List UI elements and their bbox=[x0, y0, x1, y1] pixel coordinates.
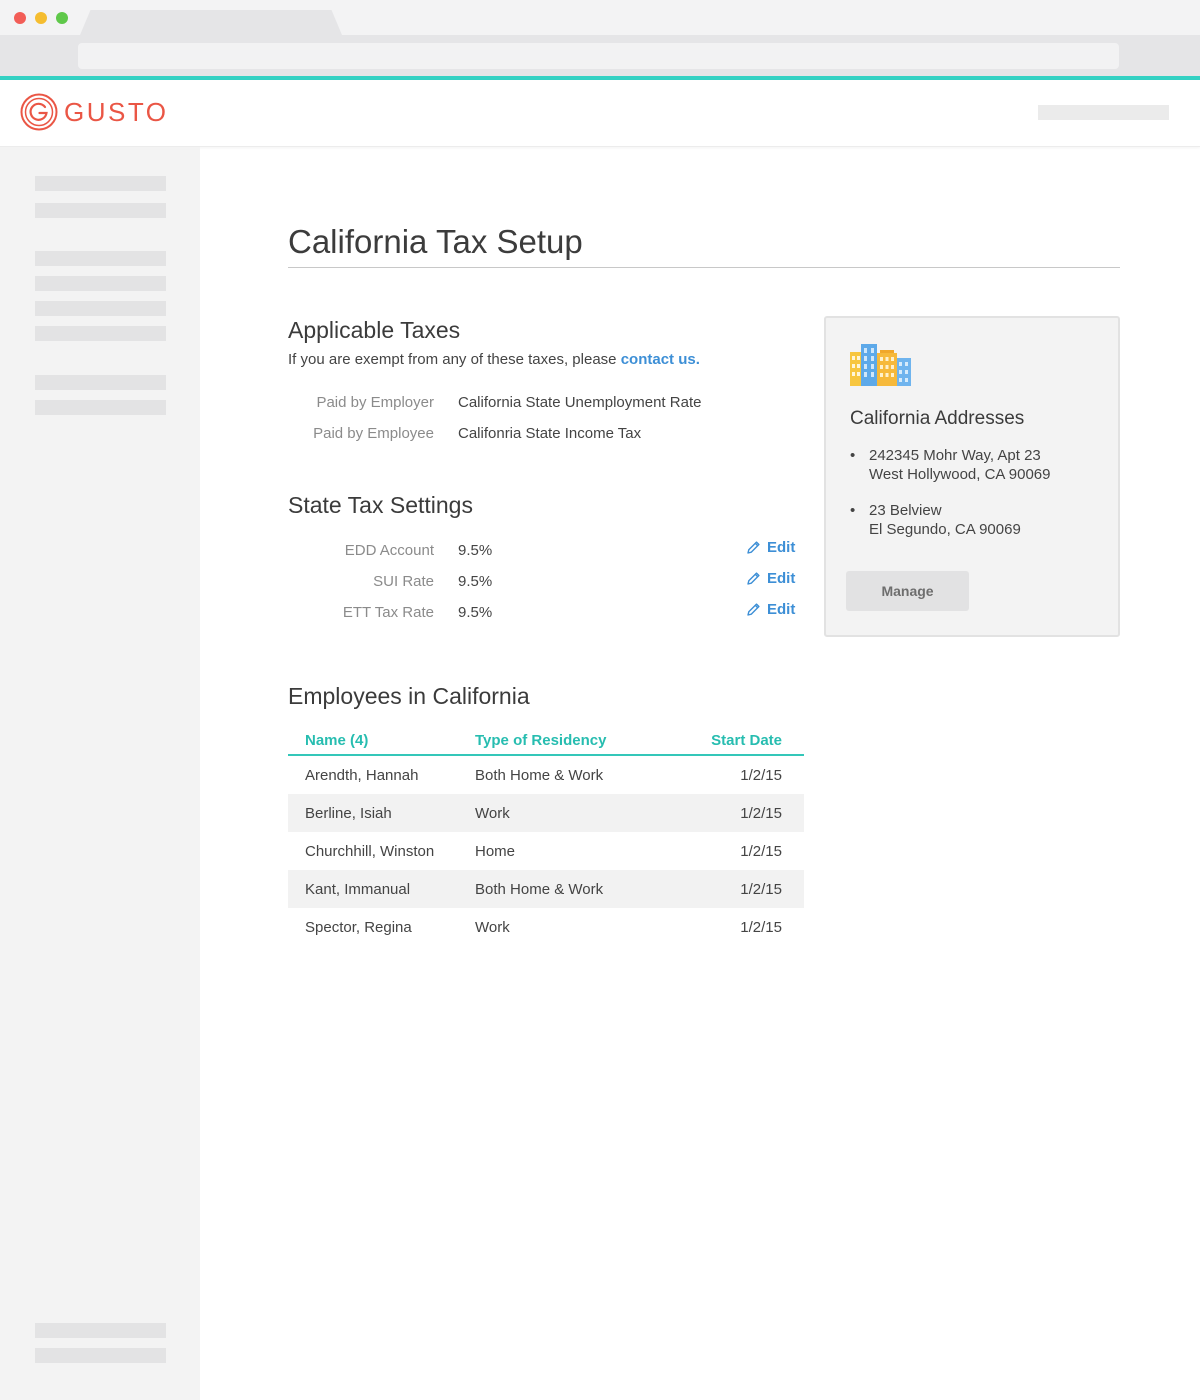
address-line2: West Hollywood, CA 90069 bbox=[869, 466, 1051, 483]
applicable-taxes-subtext: If you are exempt from any of these taxe… bbox=[288, 351, 700, 368]
buildings-icon bbox=[850, 344, 911, 386]
employee-start-date: 1/2/15 bbox=[740, 767, 782, 784]
sidebar-item[interactable] bbox=[35, 301, 166, 316]
sidebar-item[interactable] bbox=[35, 251, 166, 266]
employee-start-date: 1/2/15 bbox=[740, 881, 782, 898]
browser-tab[interactable] bbox=[80, 10, 342, 35]
main-content: California Tax Setup Applicable Taxes If… bbox=[200, 147, 1200, 1400]
edit-edd-account-button[interactable]: Edit bbox=[746, 539, 795, 556]
employee-residency: Both Home & Work bbox=[475, 881, 604, 898]
setting-value-sui-rate: 9.5% bbox=[458, 573, 493, 590]
employee-residency: Home bbox=[475, 843, 516, 860]
bullet: • bbox=[850, 447, 856, 464]
employee-name: Churchhill, Winston bbox=[305, 843, 435, 860]
employees-title: Employees in California bbox=[288, 683, 530, 709]
edit-ett-tax-rate-button[interactable]: Edit bbox=[746, 601, 795, 618]
setting-value-edd-account: 9.5% bbox=[458, 542, 493, 559]
employee-name: Berline, Isiah bbox=[305, 805, 392, 822]
table-row[interactable]: Arendth, Hannah Both Home & Work 1/2/15 bbox=[288, 756, 804, 794]
addresses-card-title: California Addresses bbox=[850, 408, 1025, 429]
employee-start-date: 1/2/15 bbox=[740, 919, 782, 936]
addresses-card: California Addresses • 242345 Mohr Way, … bbox=[824, 316, 1120, 637]
address-item: • 242345 Mohr Way, Apt 23 West Hollywood… bbox=[850, 446, 1051, 484]
table-row[interactable]: Berline, Isiah Work 1/2/15 bbox=[288, 794, 804, 832]
sidebar-item[interactable] bbox=[35, 176, 166, 191]
address-line1: 242345 Mohr Way, Apt 23 bbox=[869, 447, 1041, 464]
tax-payer-label: Paid by Employer bbox=[316, 394, 434, 411]
employee-name: Kant, Immanual bbox=[305, 881, 411, 898]
logo-wordmark: GUSTO bbox=[64, 96, 169, 127]
contact-us-link[interactable]: contact us. bbox=[621, 351, 700, 368]
address-line1: 23 Belview bbox=[869, 502, 942, 519]
address-line2: El Segundo, CA 90069 bbox=[869, 521, 1021, 538]
column-header-name[interactable]: Name (4) bbox=[305, 732, 368, 749]
table-header: Name (4) Type of Residency Start Date bbox=[288, 723, 804, 756]
window-close-button[interactable] bbox=[14, 12, 26, 24]
employee-residency: Work bbox=[475, 919, 510, 936]
bullet: • bbox=[850, 502, 856, 519]
table-row[interactable]: Churchhill, Winston Home 1/2/15 bbox=[288, 832, 804, 870]
address-item: • 23 Belview El Segundo, CA 90069 bbox=[850, 501, 1021, 539]
sidebar-item[interactable] bbox=[35, 1348, 166, 1363]
edit-sui-rate-button[interactable]: Edit bbox=[746, 570, 795, 587]
state-tax-settings-title: State Tax Settings bbox=[288, 492, 473, 518]
employee-name: Spector, Regina bbox=[305, 919, 412, 936]
page-title: California Tax Setup bbox=[288, 223, 583, 260]
column-header-residency[interactable]: Type of Residency bbox=[475, 732, 606, 749]
setting-label-sui-rate: SUI Rate bbox=[373, 573, 434, 590]
sidebar-item[interactable] bbox=[35, 1323, 166, 1338]
edit-label: Edit bbox=[767, 570, 796, 587]
sidebar bbox=[0, 147, 200, 1400]
gusto-logo[interactable]: GUSTO bbox=[20, 93, 168, 131]
tax-name: California State Unemployment Rate bbox=[458, 394, 702, 411]
sidebar-item[interactable] bbox=[35, 203, 166, 218]
tax-name: Califonria State Income Tax bbox=[458, 425, 642, 442]
address-bar[interactable] bbox=[78, 43, 1119, 69]
employee-residency: Both Home & Work bbox=[475, 767, 604, 784]
sidebar-item[interactable] bbox=[35, 326, 166, 341]
setting-value-ett-tax-rate: 9.5% bbox=[458, 604, 493, 621]
table-row[interactable]: Kant, Immanual Both Home & Work 1/2/15 bbox=[288, 870, 804, 908]
app-header: GUSTO bbox=[0, 80, 1200, 147]
sidebar-item[interactable] bbox=[35, 400, 166, 415]
setting-label-ett-tax-rate: ETT Tax Rate bbox=[342, 604, 434, 621]
pencil-icon bbox=[747, 603, 760, 616]
employee-name: Arendth, Hannah bbox=[305, 767, 419, 784]
edit-label: Edit bbox=[767, 601, 796, 618]
employee-start-date: 1/2/15 bbox=[740, 805, 782, 822]
gusto-logo-icon bbox=[20, 93, 58, 131]
sidebar-item[interactable] bbox=[35, 375, 166, 390]
setting-label-edd-account: EDD Account bbox=[344, 542, 434, 559]
window-minimize-button[interactable] bbox=[35, 12, 47, 24]
pencil-icon bbox=[747, 572, 760, 585]
edit-label: Edit bbox=[767, 539, 796, 556]
applicable-taxes-title: Applicable Taxes bbox=[288, 317, 461, 343]
manage-addresses-button[interactable]: Manage bbox=[846, 571, 969, 611]
employee-residency: Work bbox=[475, 805, 510, 822]
employee-start-date: 1/2/15 bbox=[740, 843, 782, 860]
title-divider bbox=[288, 267, 1120, 268]
window-maximize-button[interactable] bbox=[56, 12, 68, 24]
tax-payer-label: Paid by Employee bbox=[313, 425, 434, 442]
pencil-icon bbox=[747, 541, 760, 554]
subtext-body: If you are exempt from any of these taxe… bbox=[288, 351, 617, 368]
table-row[interactable]: Spector, Regina Work 1/2/15 bbox=[288, 908, 804, 946]
sidebar-item[interactable] bbox=[35, 276, 166, 291]
employees-table: Name (4) Type of Residency Start Date Ar… bbox=[288, 723, 804, 946]
browser-chrome bbox=[0, 0, 1200, 80]
column-header-start-date[interactable]: Start Date bbox=[711, 732, 782, 749]
user-menu-placeholder[interactable] bbox=[1038, 105, 1169, 120]
